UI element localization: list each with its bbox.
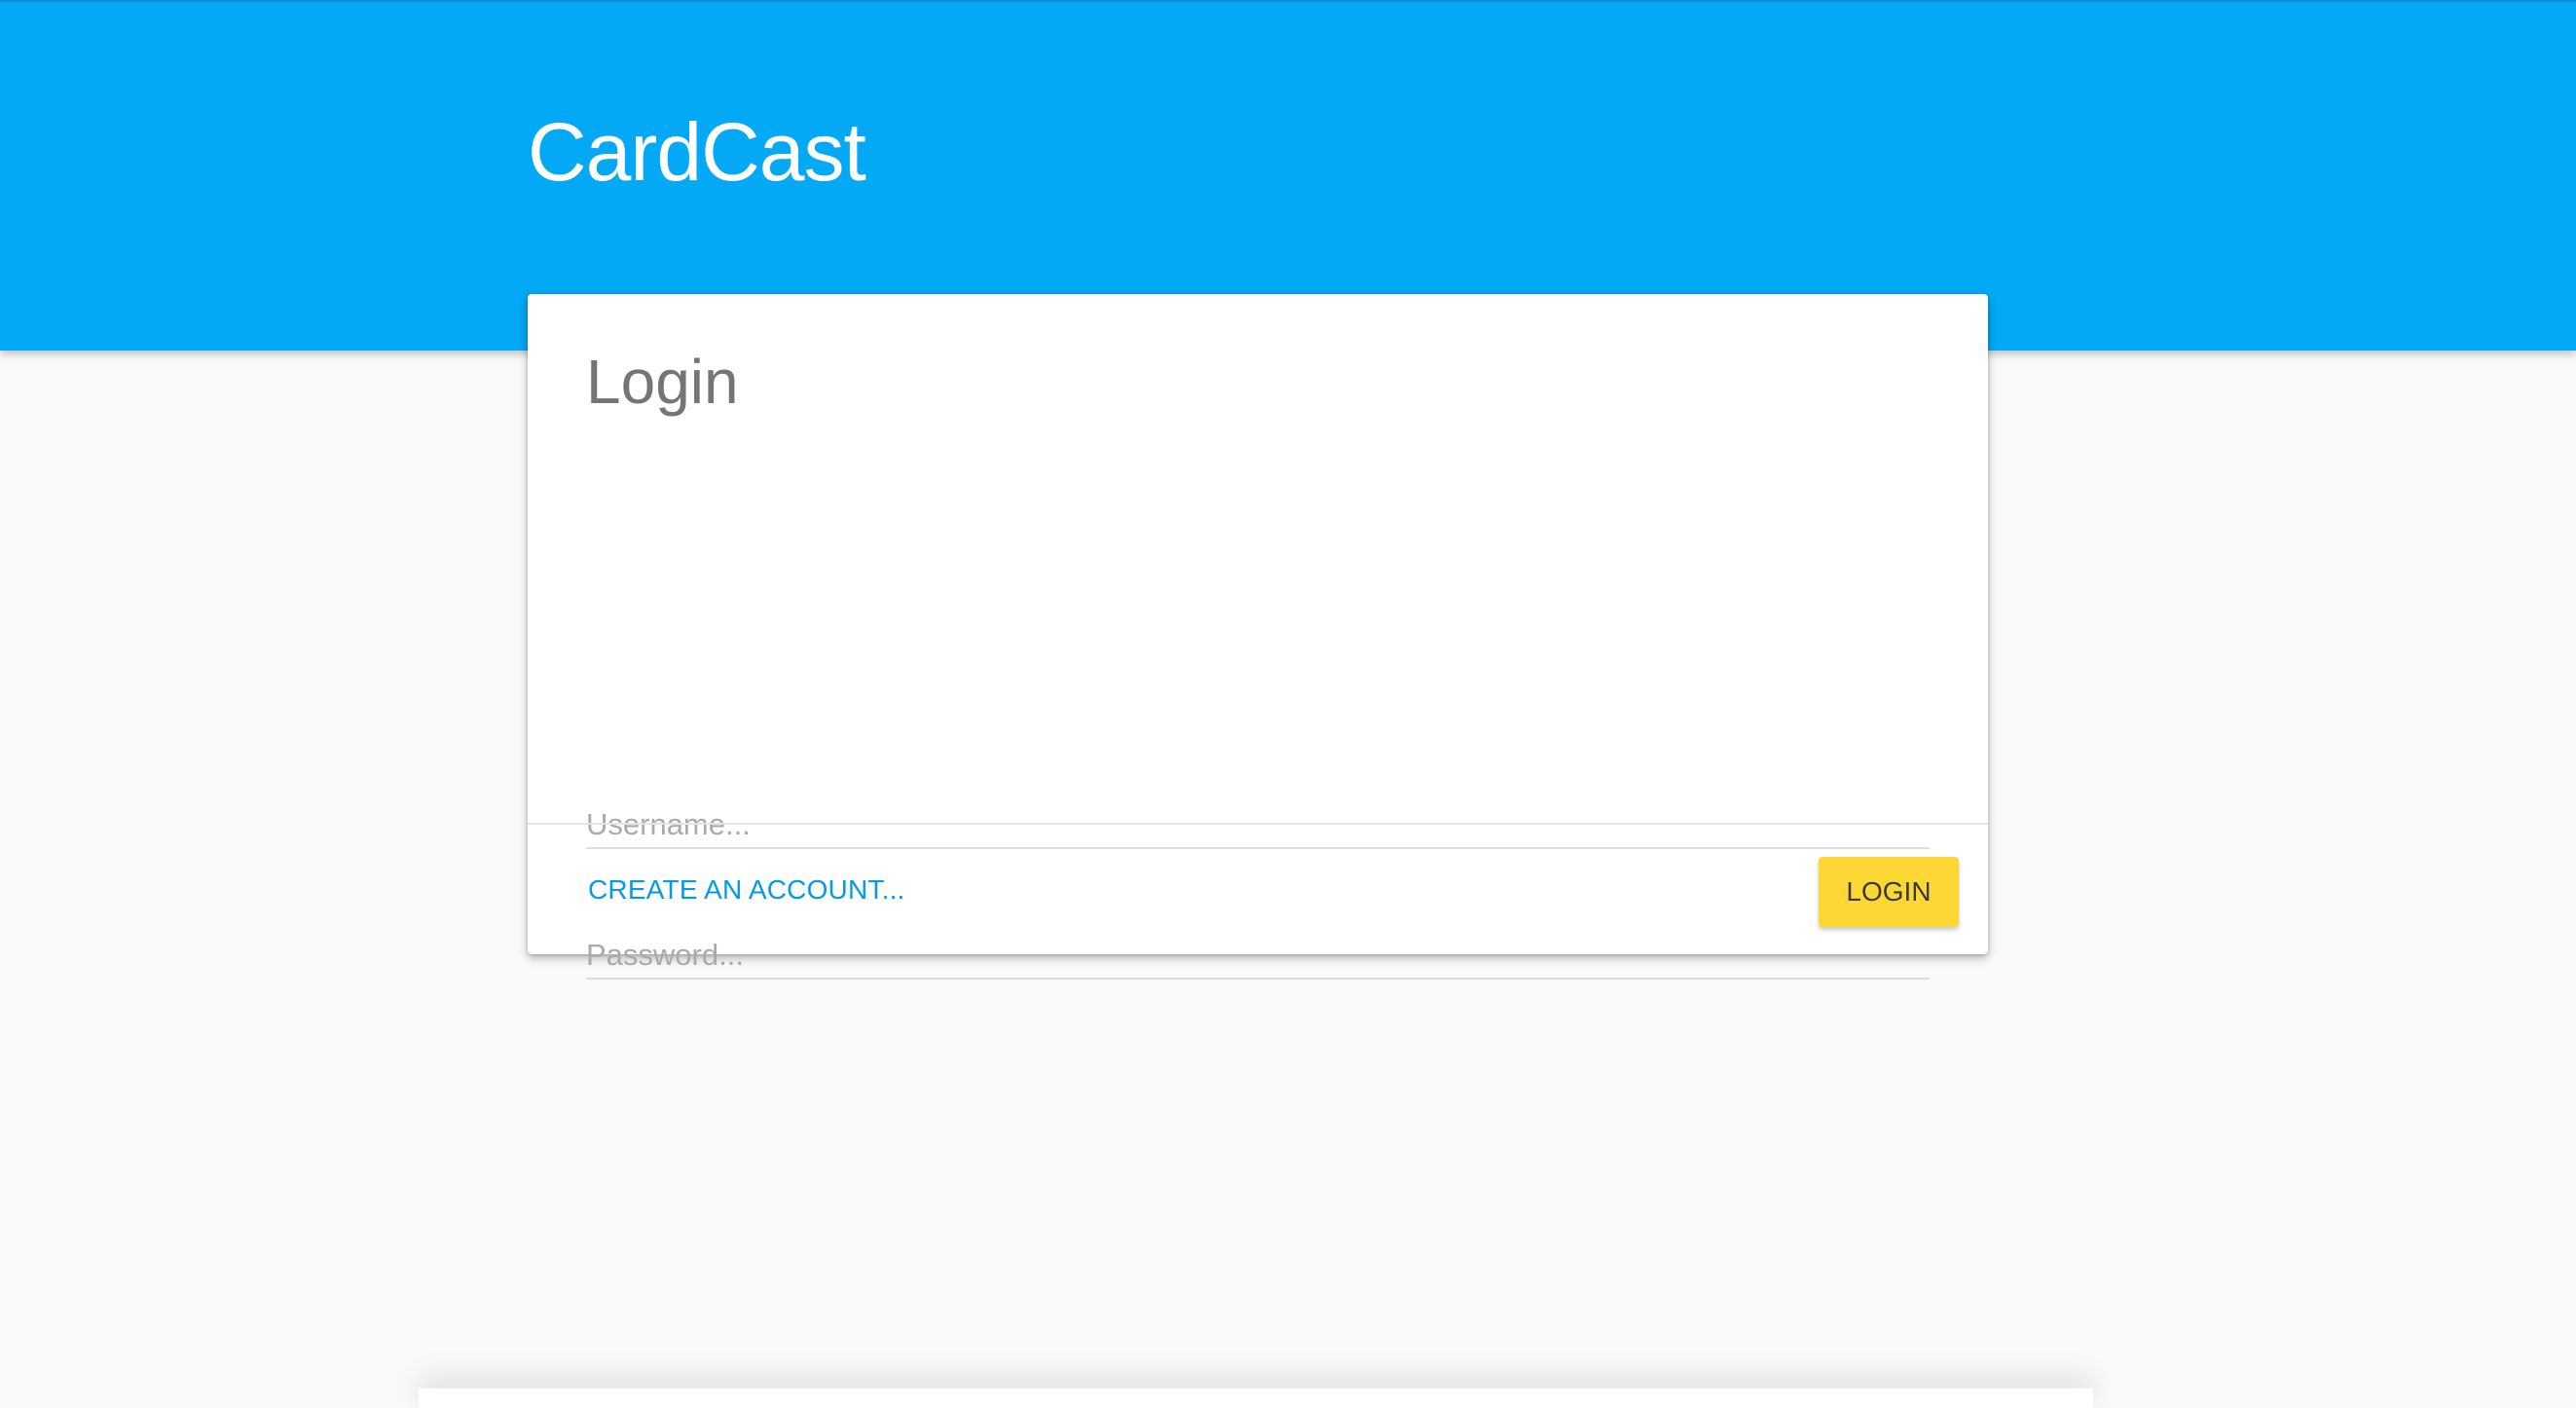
username-input[interactable] — [586, 781, 1930, 847]
bottom-sheet-edge — [419, 1389, 2093, 1408]
app-title: CardCast — [528, 106, 866, 198]
login-title: Login — [586, 347, 739, 417]
password-input[interactable] — [586, 911, 1930, 978]
password-field-container — [586, 911, 1930, 980]
username-field-container — [586, 781, 1930, 849]
create-account-link[interactable]: CREATE AN ACCOUNT... — [588, 874, 905, 906]
card-actions-divider — [528, 823, 1988, 825]
login-card: Login CREATE AN ACCOUNT... LOGIN — [528, 294, 1988, 980]
login-button[interactable]: LOGIN — [1819, 857, 1959, 927]
